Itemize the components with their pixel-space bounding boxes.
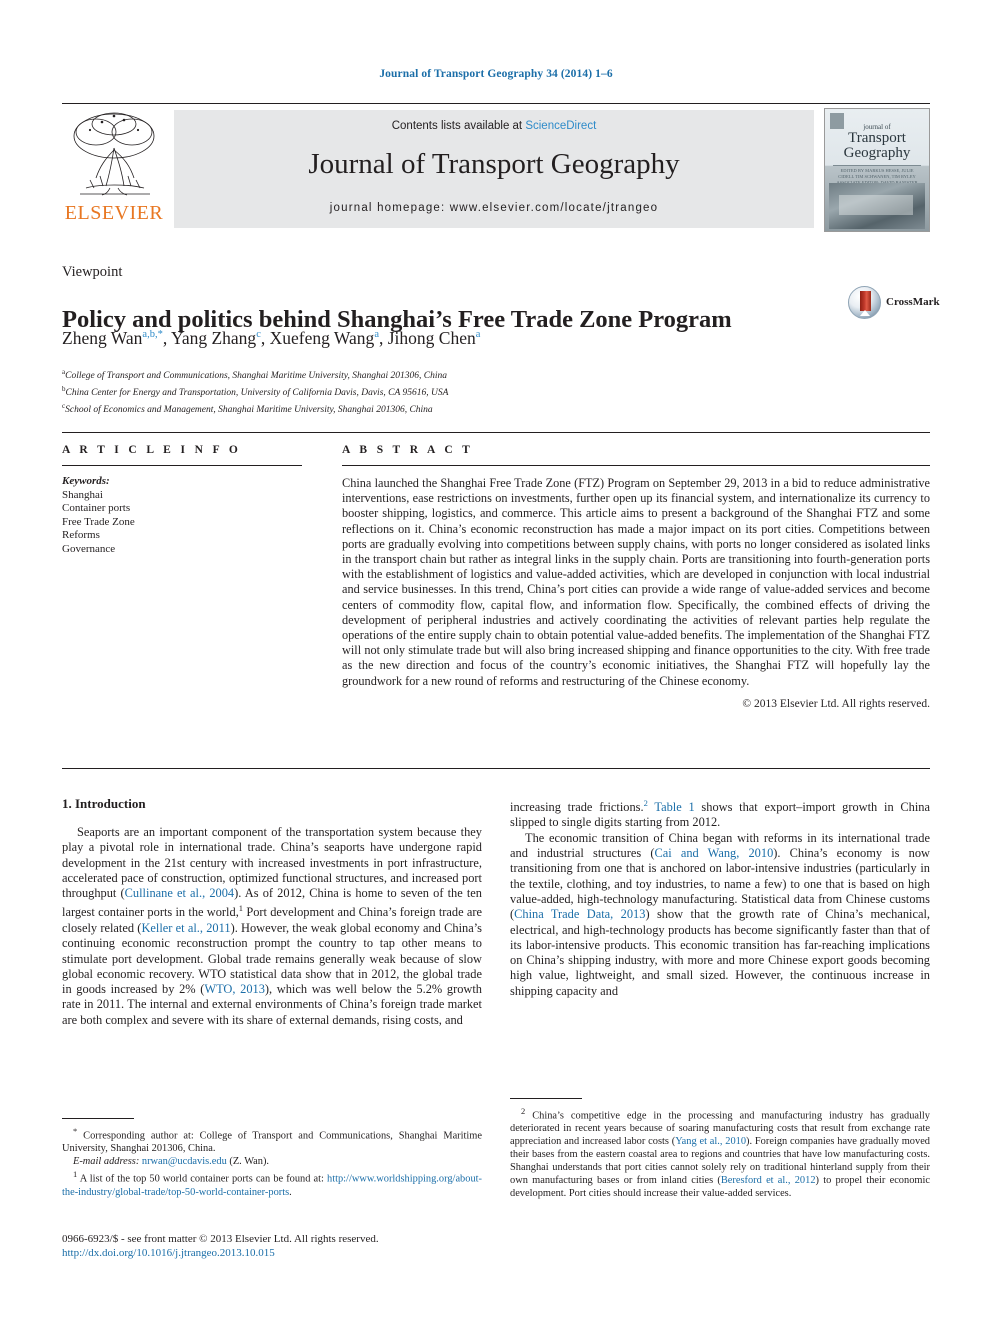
affiliation-text: School of Economics and Management, Shan… — [65, 404, 433, 415]
keyword-item: Free Trade Zone — [62, 515, 135, 528]
contents-line: Contents lists available at ScienceDirec… — [174, 120, 814, 132]
sciencedirect-link[interactable]: ScienceDirect — [525, 120, 596, 132]
paragraph: increasing trade frictions.2 Table 1 sho… — [510, 796, 930, 831]
citation-link[interactable]: Beresford et al., 2012 — [721, 1175, 816, 1186]
paragraph-text: increasing trade frictions. — [510, 800, 644, 815]
footnotes-left: * Corresponding author at: College of Tr… — [62, 1118, 482, 1199]
info-rule-top — [62, 432, 930, 433]
keyword-item: Governance — [62, 542, 116, 555]
cover-divider — [833, 165, 921, 166]
footnote-suffix: . — [289, 1186, 292, 1198]
doi-link[interactable]: http://dx.doi.org/10.1016/j.jtrangeo.201… — [62, 1246, 522, 1260]
cover-line2: Transport Geography — [825, 131, 929, 161]
author-list: Zheng Wana,b,*, Yang Zhangc, Xuefeng Wan… — [62, 328, 481, 348]
author-marks[interactable]: a — [374, 329, 379, 340]
cover-word-transport: Transport — [848, 130, 906, 146]
crossmark-icon — [848, 286, 881, 319]
elsevier-logo: ELSEVIER — [62, 110, 166, 228]
article-type-kicker: Viewpoint — [62, 264, 123, 280]
footnote-2: 2 China’s competitive edge in the proces… — [510, 1105, 930, 1200]
footnote-corresponding-author: * Corresponding author at: College of Tr… — [62, 1125, 482, 1155]
keyword-item: Reforms — [62, 529, 100, 542]
footnote-1: 1 A list of the top 50 world container p… — [62, 1168, 482, 1198]
author-marks[interactable]: a,b,* — [142, 329, 162, 340]
cover-word-geography: Geography — [843, 145, 911, 161]
keywords-label: Keywords: — [62, 475, 110, 487]
sciencedirect-band: Contents lists available at ScienceDirec… — [174, 110, 814, 228]
article-info-heading: A R T I C L E I N F O — [62, 444, 242, 456]
journal-homepage-link[interactable]: journal homepage: www.elsevier.com/locat… — [174, 202, 814, 214]
running-head: Journal of Transport Geography 34 (2014)… — [379, 68, 613, 80]
paper-page: Journal of Transport Geography 34 (2014)… — [0, 0, 992, 1323]
elsevier-tree-icon — [66, 110, 162, 202]
email-label: E-mail address: — [73, 1156, 140, 1168]
article-info-hairline — [62, 465, 302, 466]
citation-link[interactable]: Cullinane et al., 2004 — [125, 886, 234, 900]
author-name: Yang Zhang — [170, 328, 257, 348]
affiliation-item: bChina Center for Energy and Transportat… — [62, 383, 822, 400]
author-name: Jihong Chen — [387, 328, 476, 348]
body-column-left: 1. Introduction Seaports are an importan… — [62, 796, 482, 1028]
cover-photo — [829, 183, 925, 229]
email-suffix: (Z. Wan). — [226, 1156, 270, 1168]
author-name: Xuefeng Wang — [269, 328, 375, 348]
paragraph: The economic transition of China began w… — [510, 831, 930, 999]
affiliation-text: China Center for Energy and Transportati… — [65, 387, 449, 398]
author-name: Zheng Wan — [62, 328, 143, 348]
author-marks[interactable]: a — [476, 329, 481, 340]
crossmark-ribbon-icon — [860, 291, 871, 316]
info-rule-bottom — [62, 768, 930, 769]
affiliation-list: aCollege of Transport and Communications… — [62, 366, 822, 416]
author-marks[interactable]: c — [256, 329, 261, 340]
journal-cover-thumbnail: journal of Transport Geography EDITED BY… — [824, 108, 930, 232]
citation-link[interactable]: Keller et al., 2011 — [141, 921, 230, 935]
body-column-right: increasing trade frictions.2 Table 1 sho… — [510, 796, 930, 999]
email-link[interactable]: nrwan@ucdavis.edu — [142, 1156, 227, 1167]
citation-link[interactable]: Yang et al., 2010 — [675, 1136, 746, 1147]
citation-link[interactable]: WTO, 2013 — [204, 982, 265, 996]
affiliation-text: College of Transport and Communications,… — [65, 371, 447, 382]
table-link[interactable]: Table 1 — [648, 800, 694, 814]
abstract-copyright: © 2013 Elsevier Ltd. All rights reserved… — [742, 697, 930, 710]
footnote-rule — [62, 1118, 134, 1119]
article-info-column: A R T I C L E I N F O Keywords: Shanghai… — [62, 444, 302, 557]
contents-prefix: Contents lists available at — [391, 120, 526, 132]
issn-line: 0966-6923/$ - see front matter © 2013 El… — [62, 1233, 379, 1245]
footnote-rule — [510, 1098, 582, 1099]
paragraph: Seaports are an important component of t… — [62, 825, 482, 1028]
elsevier-wordmark: ELSEVIER — [64, 202, 164, 224]
crossmark-badge[interactable]: CrossMark — [848, 286, 940, 320]
journal-title: Journal of Transport Geography — [308, 148, 680, 180]
citation-link[interactable]: Cai and Wang, 2010 — [654, 846, 773, 860]
keywords-block: Keywords: Shanghai Container ports Free … — [62, 475, 302, 557]
footnote-email: E-mail address: nrwan@ucdavis.edu (Z. Wa… — [62, 1155, 482, 1168]
abstract-hairline — [342, 465, 930, 466]
affiliation-item: aCollege of Transport and Communications… — [62, 366, 822, 383]
crossmark-label: CrossMark — [886, 296, 940, 308]
citation-link[interactable]: China Trade Data, 2013 — [514, 907, 645, 921]
journal-masthead: ELSEVIER Contents lists available at Sci… — [62, 103, 930, 232]
keyword-item: Container ports — [62, 502, 131, 515]
affiliation-item: cSchool of Economics and Management, Sha… — [62, 400, 822, 417]
abstract-heading: A B S T R A C T — [342, 444, 474, 456]
footnote-text: A list of the top 50 world container por… — [77, 1173, 327, 1185]
section-heading-introduction: 1. Introduction — [62, 796, 146, 811]
imprint-block: 0966-6923/$ - see front matter © 2013 El… — [62, 1232, 522, 1260]
keyword-item: Shanghai — [62, 488, 103, 501]
abstract-column: A B S T R A C T China launched the Shang… — [342, 444, 930, 710]
abstract-text: China launched the Shanghai Free Trade Z… — [342, 476, 930, 688]
footnote-text: Corresponding author at: College of Tran… — [62, 1130, 482, 1155]
footnotes-right: 2 China’s competitive edge in the proces… — [510, 1098, 930, 1200]
